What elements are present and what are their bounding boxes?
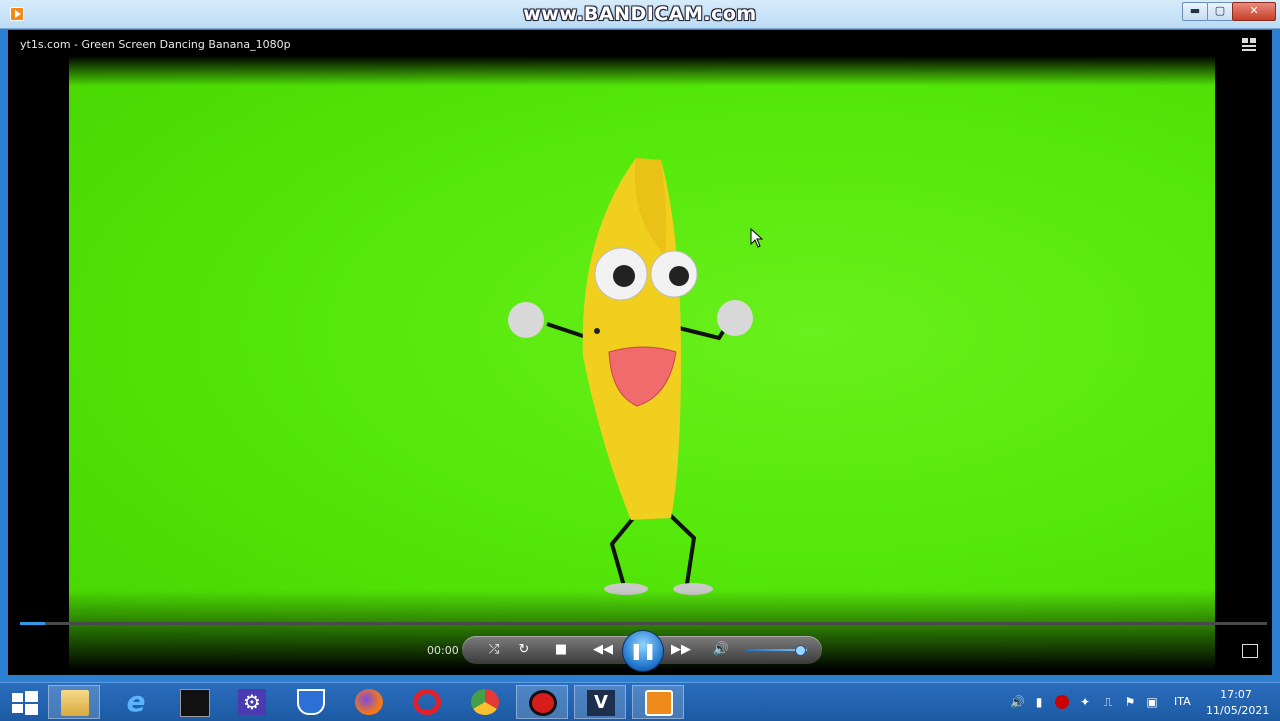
mouse-cursor-icon [750,228,764,248]
usb-icon[interactable]: ⎍ [1101,695,1115,709]
seek-progress [20,622,45,625]
firefox-icon[interactable] [343,685,395,719]
settings-icon[interactable]: ⚙ [226,685,278,719]
taskbar: e ⚙ V 🔊 ▮ ✦ ⎍ ⚑ ▣ ITA 17:07 11/05/2021 [0,682,1280,721]
bandicam-watermark: www.BANDICAM.com [523,3,757,25]
switch-to-library-icon[interactable] [1242,38,1258,52]
volume-icon[interactable]: 🔊 [1010,695,1025,709]
internet-explorer-icon[interactable]: e [110,685,162,719]
pause-button[interactable]: ❚❚ [622,630,664,672]
file-explorer-icon[interactable] [48,685,100,719]
command-prompt-icon[interactable] [168,685,220,719]
windows-defender-icon[interactable] [285,685,337,719]
network-icon[interactable]: ▮ [1032,695,1046,709]
windows-start-icon[interactable] [12,691,38,715]
volume-slider-knob[interactable] [794,645,806,656]
shuffle-button[interactable]: ⤮ [481,636,507,664]
next-button[interactable]: ▶▶ [666,636,696,664]
maximize-button[interactable]: ▢ [1207,2,1233,21]
player-area: yt1s.com - Green Screen Dancing Banana_1… [8,30,1272,675]
system-tray: 🔊 ▮ ✦ ⎍ ⚑ ▣ [1006,683,1166,721]
video-frame[interactable] [69,56,1215,670]
previous-button[interactable]: ◀◀ [588,636,618,664]
close-button[interactable]: ✕ [1232,2,1276,21]
seek-bar[interactable] [20,622,1267,625]
chrome-icon[interactable] [459,685,511,719]
clock-time[interactable]: 17:07 [1206,688,1266,701]
stop-button[interactable]: ■ [548,636,574,664]
clock-date[interactable]: 11/05/2021 [1206,704,1269,717]
vegas-icon[interactable]: V [574,685,626,719]
video-title: yt1s.com - Green Screen Dancing Banana_1… [20,38,291,51]
dancing-banana-image [508,158,753,595]
action-center-icon[interactable]: ▣ [1145,695,1159,709]
record-tray-icon[interactable] [1055,695,1069,709]
media-player-icon[interactable] [632,685,684,719]
media-player-window: www.BANDICAM.com ▬ ▢ ✕ yt1s.com - Green … [0,0,1280,682]
input-language[interactable]: ITA [1174,695,1191,708]
mute-button[interactable]: 🔊 [708,636,734,664]
minimize-button[interactable]: ▬ [1182,2,1208,21]
title-bar[interactable]: www.BANDICAM.com ▬ ▢ ✕ [0,0,1280,29]
repeat-button[interactable]: ↻ [511,636,537,664]
shield-tray-icon[interactable]: ✦ [1078,695,1092,709]
elapsed-time: 00:00 [427,644,459,657]
fullscreen-icon[interactable] [1242,644,1258,658]
bandicam-record-icon[interactable] [516,685,568,719]
flag-icon[interactable]: ⚑ [1123,695,1137,709]
opera-icon[interactable] [401,685,453,719]
